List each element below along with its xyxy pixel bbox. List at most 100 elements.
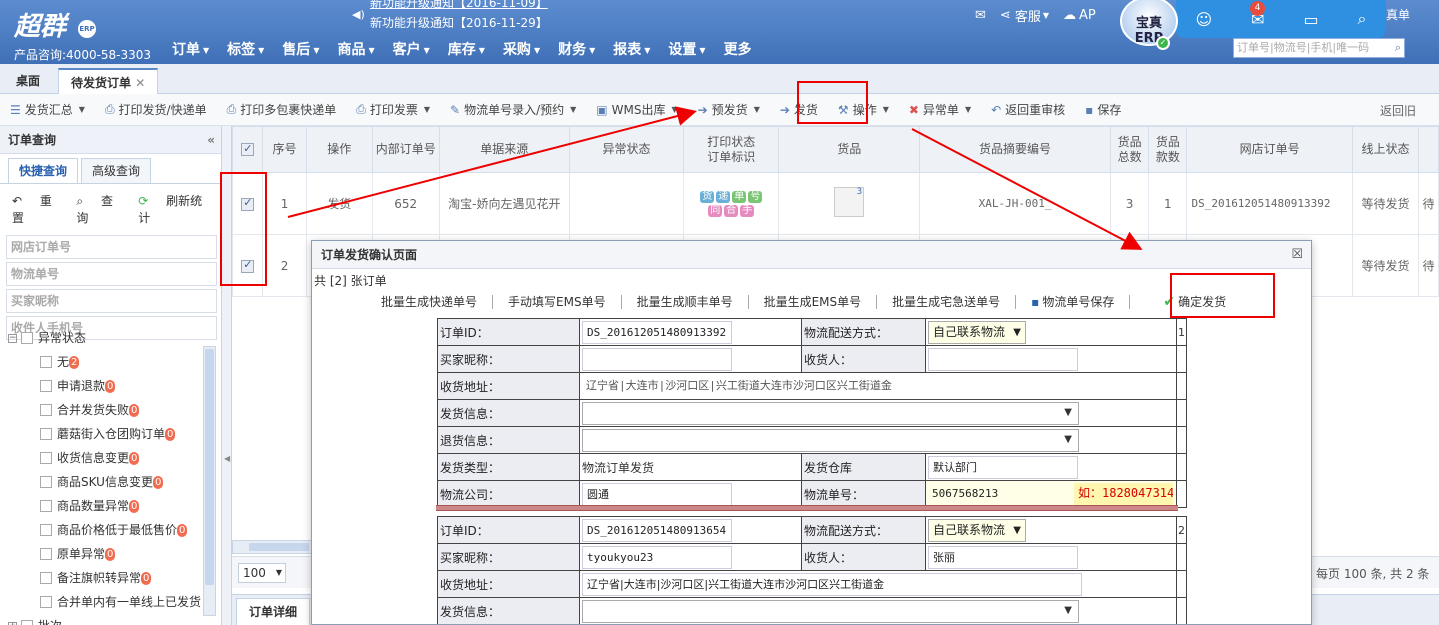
nav-item-labels[interactable]: 标签 ▼ xyxy=(227,39,264,59)
product-thumbnail[interactable]: 3 xyxy=(778,172,921,235)
nav-item-settings[interactable]: 设置 ▼ xyxy=(668,39,705,59)
batch-ems-button[interactable]: 批量生成EMS单号 xyxy=(749,295,878,309)
page-size-select[interactable]: 100 ▼ xyxy=(238,563,286,583)
nav-item-customers[interactable]: 客户 ▼ xyxy=(393,39,430,59)
tab-advanced-query[interactable]: 高级查询 xyxy=(81,158,152,183)
tree-item[interactable]: 备注旗帜转异常 0 xyxy=(8,566,206,590)
app-logo[interactable]: 超群 xyxy=(14,6,66,43)
checkbox[interactable] xyxy=(40,380,52,392)
col-source[interactable]: 单据来源 xyxy=(438,126,571,173)
manual-ems-button[interactable]: 手动填写EMS单号 xyxy=(493,295,622,309)
tracking-number-input[interactable]: 5067568213 如：1828047314 xyxy=(925,480,1177,508)
tracking-number-field[interactable]: 物流单号 xyxy=(6,262,217,286)
checkbox[interactable] xyxy=(40,356,52,368)
service-menu[interactable]: ⋖ 客服 ▼ xyxy=(1000,6,1049,25)
tree-item[interactable]: 商品价格低于最低售价 0 xyxy=(8,518,206,542)
print-invoice-button[interactable]: ⎙ 打印发票 ▼ xyxy=(356,101,430,118)
tab-desktop[interactable]: 桌面 xyxy=(4,68,52,94)
tree-item[interactable]: 收货信息变更 0 xyxy=(8,446,206,470)
expand-tree-icon[interactable]: + xyxy=(8,621,17,625)
tree-item[interactable]: 合并发货失败 0 xyxy=(8,398,206,422)
tree-root-batch[interactable]: +批次 xyxy=(8,614,206,625)
logistics-entry-button[interactable]: ✎ 物流单号录入/预约 ▼ xyxy=(450,101,576,118)
nav-item-finance[interactable]: 财务 ▼ xyxy=(558,39,595,59)
batch-sf-button[interactable]: 批量生成顺丰单号 xyxy=(622,295,749,309)
top-right-text[interactable]: 真单 xyxy=(1386,6,1410,23)
col-op[interactable]: 操作 xyxy=(305,126,373,173)
tree-item[interactable]: 蘑菇街入仓团购订单 0 xyxy=(8,422,206,446)
order-id-field[interactable]: DS_201612051480913654 xyxy=(579,516,802,544)
back-old-link[interactable]: 返回旧 xyxy=(1380,102,1416,119)
warehouse-field[interactable]: 默认部门 xyxy=(925,453,1177,481)
ship-info-select[interactable]: ▼ xyxy=(579,399,1177,427)
tree-item[interactable]: 商品SKU信息变更 0 xyxy=(8,470,206,494)
tree-item[interactable]: 申请退款 0 xyxy=(8,374,206,398)
face-icon[interactable]: ☺ xyxy=(1195,10,1212,29)
summary-button[interactable]: ☰ 发货汇总 ▼ xyxy=(10,101,85,118)
receiver-field[interactable] xyxy=(925,345,1177,373)
global-search-input[interactable]: 订单号|物流号|手机|唯一码 ⌕ xyxy=(1233,38,1405,58)
tab-pending-orders[interactable]: 待发货订单 ✕ xyxy=(58,68,159,94)
col-inner-order[interactable]: 内部订单号 xyxy=(371,126,440,173)
receiver-field[interactable]: 张丽 xyxy=(925,543,1177,571)
order-id-field[interactable]: DS_201612051480913392 xyxy=(579,318,802,346)
col-total[interactable]: 货品 总数 xyxy=(1110,126,1150,173)
refresh-stats-button[interactable]: ⟳ 刷新统计 xyxy=(138,192,207,226)
buyer-nick-field[interactable]: 买家昵称 xyxy=(6,289,217,313)
col-abnormal[interactable]: 异常状态 xyxy=(569,126,684,173)
col-shop-order[interactable]: 网店订单号 xyxy=(1186,126,1353,173)
checkbox[interactable] xyxy=(40,596,52,608)
print-multi-button[interactable]: ⎙ 打印多包裹快递单 xyxy=(227,101,337,118)
nav-item-reports[interactable]: 报表 ▼ xyxy=(613,39,650,59)
checkbox[interactable] xyxy=(40,452,52,464)
exception-button[interactable]: ✖ 异常单 ▼ xyxy=(909,101,971,118)
nav-item-more[interactable]: 更多 xyxy=(724,39,752,59)
tree-item[interactable]: 商品数量异常 0 xyxy=(8,494,206,518)
nav-item-aftersale[interactable]: 售后 ▼ xyxy=(282,39,319,59)
pre-ship-button[interactable]: ➔ 预发货 ▼ xyxy=(698,101,760,118)
checkbox[interactable] xyxy=(40,404,52,416)
sidebar-scrollbar[interactable] xyxy=(203,346,216,616)
nav-item-inventory[interactable]: 库存 ▼ xyxy=(448,39,485,59)
checkbox[interactable] xyxy=(40,500,52,512)
batch-zjs-button[interactable]: 批量生成宅急送单号 xyxy=(877,295,1017,309)
logistics-company-field[interactable]: 圆通 xyxy=(579,480,802,508)
col-kinds[interactable]: 货品 款数 xyxy=(1148,126,1188,173)
ship-info-select[interactable]: ▼ xyxy=(579,597,1177,624)
collapse-tree-icon[interactable]: − xyxy=(8,333,17,343)
reset-button[interactable]: ↶ 重置 xyxy=(12,192,62,226)
print-express-button[interactable]: ⎙ 打印发货/快递单 xyxy=(105,101,207,118)
mail-icon[interactable]: ✉ xyxy=(975,8,986,23)
checkbox[interactable] xyxy=(40,476,52,488)
window-icon[interactable]: ▭ xyxy=(1303,10,1318,29)
ship-link[interactable]: 发货 xyxy=(305,172,373,235)
checkbox[interactable] xyxy=(40,548,52,560)
shop-order-field[interactable]: 网店订单号 xyxy=(6,235,217,259)
query-button[interactable]: ⌕ 查询 xyxy=(76,192,124,226)
select-all-checkbox[interactable] xyxy=(232,126,264,173)
tab-quick-query[interactable]: 快捷查询 xyxy=(8,158,79,183)
checkbox[interactable] xyxy=(40,428,52,440)
grid-hscrollbar[interactable] xyxy=(232,540,312,554)
address-field[interactable]: 辽宁省|大连市|沙河口区|兴工街道大连市沙河口区兴工街道金 xyxy=(579,570,1177,598)
return-info-select[interactable]: ▼ xyxy=(579,426,1177,454)
checkbox[interactable] xyxy=(21,620,33,625)
save-button[interactable]: ▪ 保存 xyxy=(1085,101,1121,118)
close-icon[interactable]: ☒ xyxy=(1291,241,1303,269)
wms-button[interactable]: ▣ WMS出库 ▼ xyxy=(596,101,677,118)
collapse-icon[interactable]: « xyxy=(207,126,215,154)
nav-item-purchase[interactable]: 采购 ▼ xyxy=(503,39,540,59)
checkbox[interactable] xyxy=(21,332,33,344)
checkbox[interactable] xyxy=(40,524,52,536)
tree-item[interactable]: 无2 xyxy=(8,350,206,374)
api-menu[interactable]: ☁ AP xyxy=(1063,8,1096,23)
batch-express-button[interactable]: 批量生成快递单号 xyxy=(366,295,494,309)
col-online-status[interactable]: 线上状态 xyxy=(1351,126,1420,173)
notice-line-1[interactable]: 新功能升级通知【2016-11-09】 xyxy=(370,0,548,11)
col-seq[interactable]: 序号 xyxy=(262,126,307,173)
tree-item[interactable]: 合并单内有一单线上已发货 xyxy=(8,590,206,614)
col-print-status[interactable]: 打印状态 订单标识 xyxy=(682,126,780,173)
search-icon[interactable]: ⌕ xyxy=(1395,39,1401,57)
col-summary-code[interactable]: 货品摘要编号 xyxy=(919,126,1112,173)
checkbox[interactable] xyxy=(40,572,52,584)
